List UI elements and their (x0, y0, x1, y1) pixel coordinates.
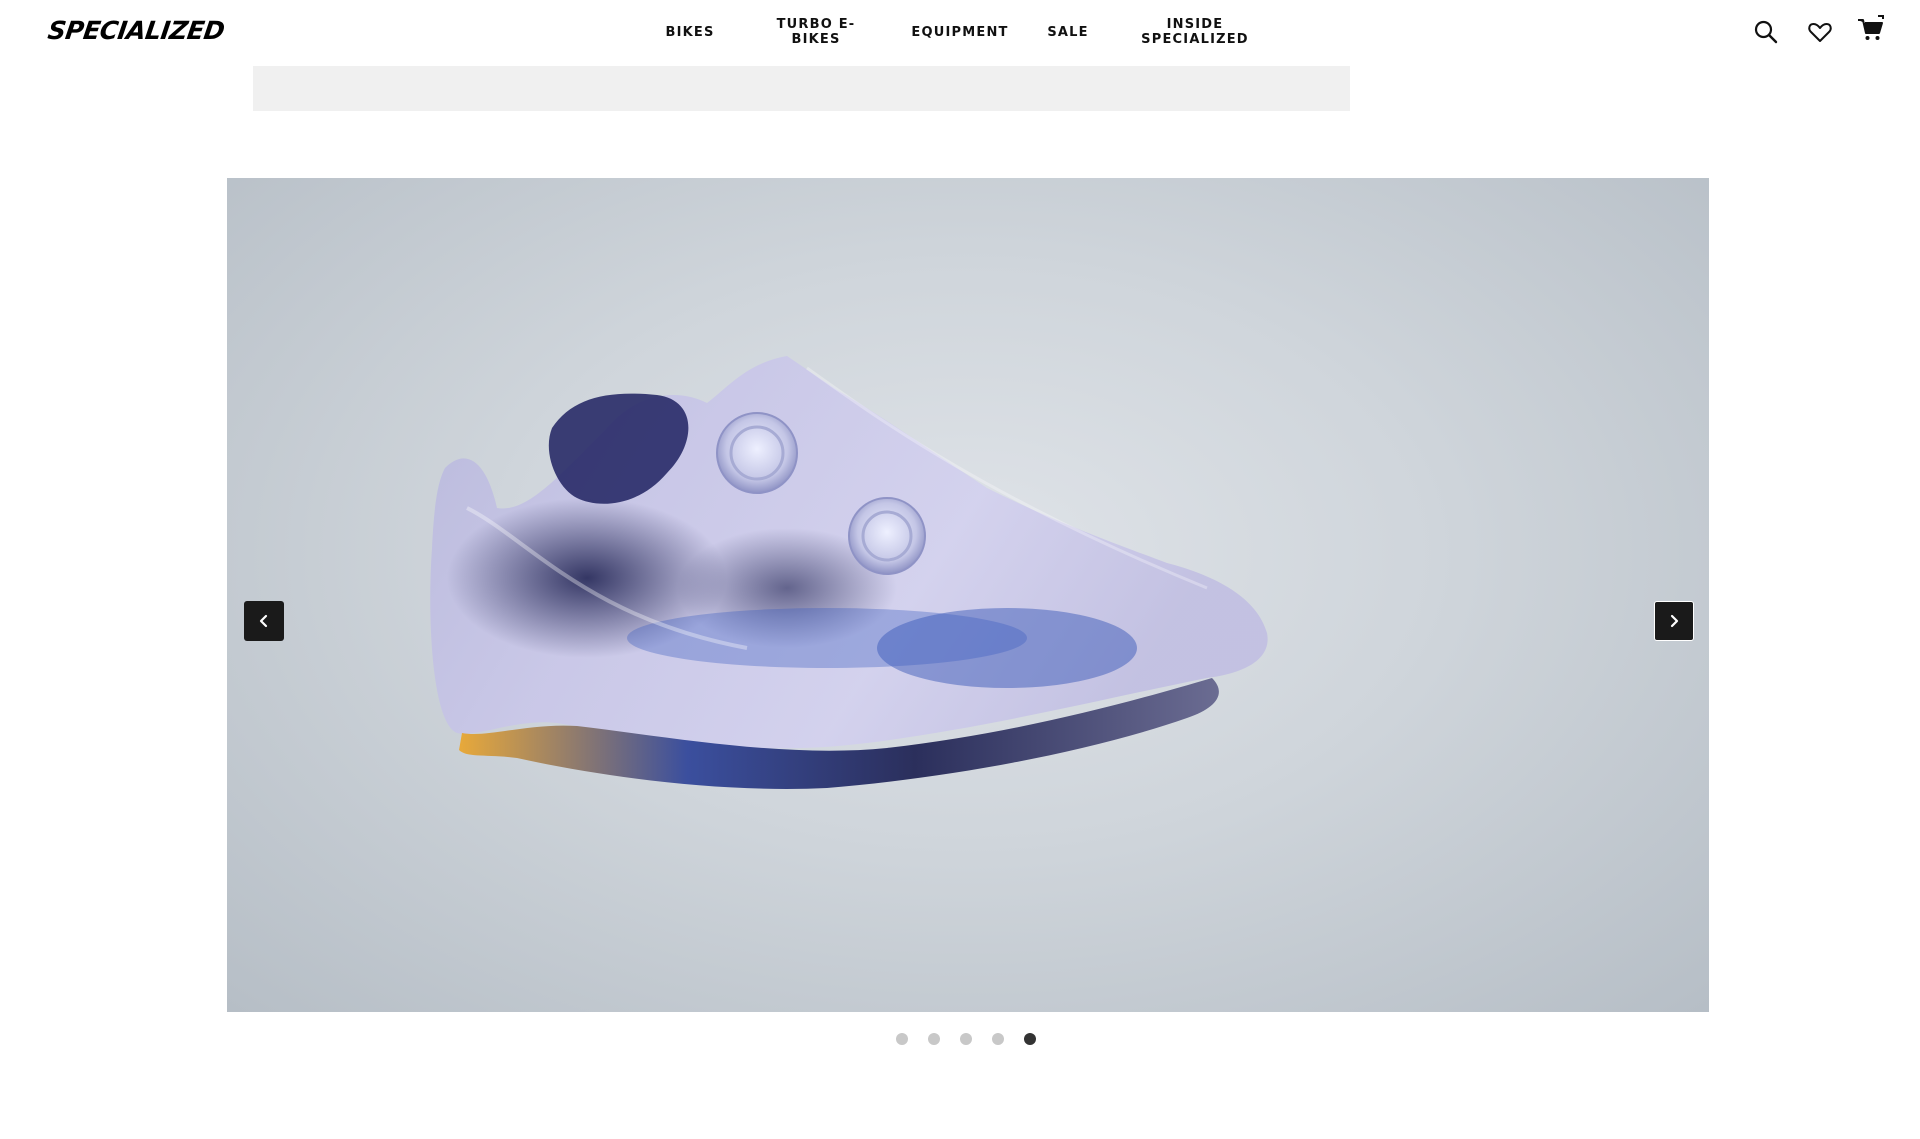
carousel-dot-4[interactable] (992, 1033, 1004, 1045)
shoe-photo (227, 178, 1709, 1012)
content-placeholder-bar (253, 66, 1350, 111)
nav-item-sale[interactable]: SALE (1047, 0, 1088, 64)
chevron-right-icon (1670, 614, 1679, 628)
carousel-prev-button[interactable] (244, 601, 284, 641)
nav-item-inside-line1: INSIDE (1166, 17, 1224, 32)
heart-icon[interactable] (1806, 18, 1834, 46)
nav-item-equipment[interactable]: EQUIPMENT (911, 0, 1007, 64)
carousel-pagination (896, 1033, 1036, 1047)
carousel-dot-3[interactable] (960, 1033, 972, 1045)
nav-item-inside-specialized[interactable]: INSIDE SPECIALIZED (1140, 0, 1250, 64)
nav-item-inside-line2: SPECIALIZED (1141, 32, 1249, 47)
search-icon[interactable] (1752, 18, 1780, 46)
site-header: SPECIALIZED BIKES TURBO E-BIKES EQUIPMEN… (0, 0, 1920, 64)
carousel-dot-5[interactable] (1024, 1033, 1036, 1045)
chevron-left-icon (259, 614, 268, 628)
carousel-dot-2[interactable] (928, 1033, 940, 1045)
cart-icon[interactable] (1856, 14, 1884, 42)
carousel-dot-1[interactable] (896, 1033, 908, 1045)
carousel-next-button[interactable] (1654, 601, 1694, 641)
main-nav: BIKES TURBO E-BIKES EQUIPMENT SALE INSID… (0, 0, 1920, 64)
nav-item-turbo-e-bikes[interactable]: TURBO E-BIKES (758, 0, 874, 64)
product-carousel (227, 178, 1709, 1012)
nav-item-bikes[interactable]: BIKES (665, 0, 713, 64)
